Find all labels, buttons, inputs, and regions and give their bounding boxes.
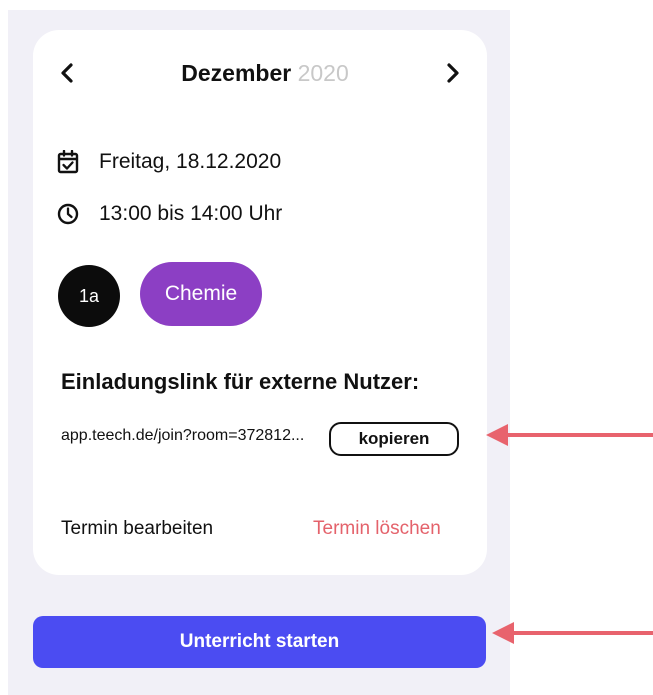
copy-link-button[interactable]: kopieren <box>329 422 459 456</box>
invite-url: app.teech.de/join?room=372812... <box>61 427 305 444</box>
appointment-date-row: Freitag, 18.12.2020 <box>56 147 281 177</box>
annotation-arrow-icon <box>492 622 653 644</box>
calendar-check-icon <box>56 150 80 174</box>
annotation-arrow-icon <box>486 424 653 446</box>
previous-month-button[interactable] <box>52 58 82 88</box>
edit-appointment-link[interactable]: Termin bearbeiten <box>61 518 213 540</box>
start-lesson-button[interactable]: Unterricht starten <box>33 616 486 668</box>
appointment-time: 13:00 bis 14:00 Uhr <box>99 202 283 225</box>
year-label: 2020 <box>297 60 349 86</box>
appointment-time-row: 13:00 bis 14:00 Uhr <box>56 199 282 229</box>
invite-heading: Einladungslink für externe Nutzer: <box>61 369 420 394</box>
delete-appointment-link[interactable]: Termin löschen <box>313 518 441 540</box>
month-name: Dezember <box>181 60 292 86</box>
class-badge: 1a <box>58 265 120 327</box>
chevron-left-icon <box>61 63 73 83</box>
clock-icon <box>56 202 80 226</box>
subject-pill: Chemie <box>140 262 262 326</box>
chevron-right-icon <box>447 63 459 83</box>
appointment-date: Freitag, 18.12.2020 <box>99 150 282 173</box>
month-title: Dezember 2020 <box>120 58 410 88</box>
next-month-button[interactable] <box>438 58 468 88</box>
